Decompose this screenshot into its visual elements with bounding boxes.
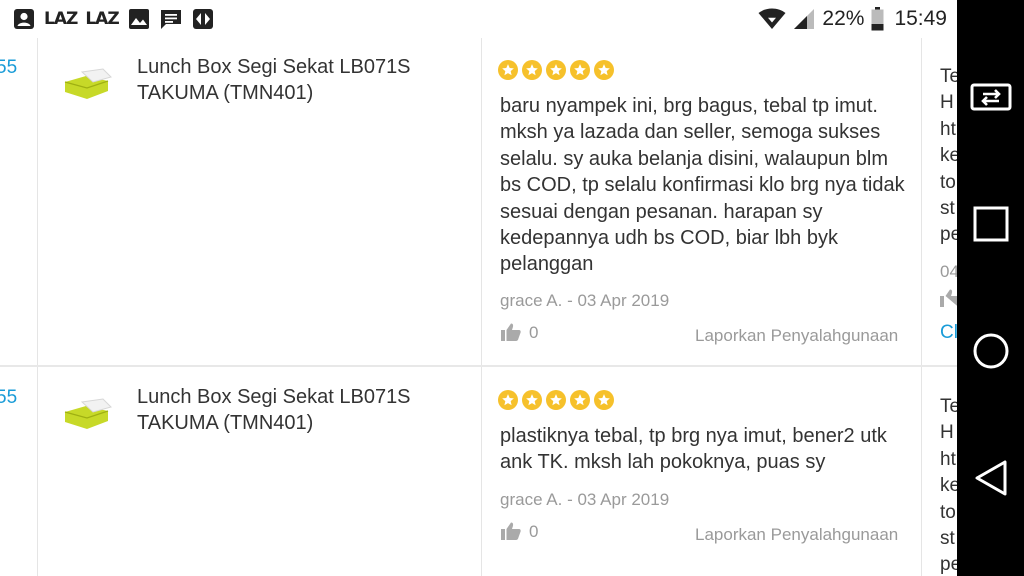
next-column-partial: Te H ht ke to st pe 04 Cl [940, 64, 957, 346]
order-number-partial: 55 [0, 387, 18, 408]
column-divider [481, 38, 482, 365]
product-thumbnail[interactable] [62, 68, 112, 102]
star-icon [570, 60, 590, 80]
navigation-bar [957, 0, 1024, 576]
thumbs-up-icon[interactable] [940, 289, 957, 315]
battery-percent: 22% [822, 7, 865, 30]
person-icon [12, 7, 36, 31]
star-icon [522, 60, 542, 80]
review-author-date: grace A. - 03 Apr 2019 [500, 291, 670, 310]
review-text: plastiknya tebal, tp brg nya imut, bener… [500, 425, 887, 474]
next-column-partial: Te H ht ke to st pe [940, 396, 957, 576]
product-thumbnail[interactable] [62, 398, 112, 432]
column-divider [921, 367, 922, 576]
thumbs-up-icon[interactable] [501, 323, 521, 341]
status-bar: LAZ LAZ 22% 15:49 [0, 0, 957, 38]
like-count: 0 [529, 522, 539, 541]
battery-icon [870, 7, 884, 31]
status-bar-notifications: LAZ LAZ [0, 7, 215, 31]
column-divider [37, 367, 38, 576]
star-icon [498, 390, 518, 410]
star-rating [498, 390, 614, 410]
thumbs-up-icon[interactable] [501, 522, 521, 540]
column-divider [481, 367, 482, 576]
recents-icon[interactable] [969, 202, 1013, 246]
review-author-date: grace A. - 03 Apr 2019 [500, 490, 670, 509]
order-number-partial: 55 [0, 57, 18, 78]
star-icon [546, 60, 566, 80]
app-icon [191, 7, 215, 31]
star-icon [570, 390, 590, 410]
star-icon [594, 60, 614, 80]
screen-cast-icon[interactable] [969, 75, 1013, 119]
column-divider [921, 38, 922, 365]
laz-icon: LAZ [85, 9, 119, 29]
message-icon [159, 7, 183, 31]
wifi-icon [758, 7, 786, 31]
table-row: 55 Lunch Box Segi Sekat LB071S TAKUMA (T… [0, 38, 957, 367]
clock: 15:49 [894, 7, 947, 30]
back-icon[interactable] [969, 456, 1013, 500]
image-icon [127, 7, 151, 31]
review-text: baru nyampek ini, brg bagus, tebal tp im… [500, 95, 905, 276]
product-name-link[interactable]: Lunch Box Segi Sekat LB071S TAKUMA (TMN4… [137, 384, 467, 436]
star-icon [546, 390, 566, 410]
star-icon [498, 60, 518, 80]
status-bar-system: 22% 15:49 [758, 7, 957, 31]
star-icon [522, 390, 542, 410]
report-abuse-link[interactable]: Laporkan Penyalahgunaan [695, 326, 898, 346]
column-divider [37, 38, 38, 365]
product-name-link[interactable]: Lunch Box Segi Sekat LB071S TAKUMA (TMN4… [137, 54, 467, 106]
like-count: 0 [529, 323, 539, 342]
star-rating [498, 60, 614, 80]
signal-icon [792, 7, 816, 31]
reviews-table[interactable]: 55 Lunch Box Segi Sekat LB071S TAKUMA (T… [0, 38, 957, 576]
home-icon[interactable] [969, 329, 1013, 373]
report-abuse-link[interactable]: Laporkan Penyalahgunaan [695, 525, 898, 545]
table-row: 55 Lunch Box Segi Sekat LB071S TAKUMA (T… [0, 367, 957, 576]
laz-icon: LAZ [44, 9, 78, 29]
star-icon [594, 390, 614, 410]
